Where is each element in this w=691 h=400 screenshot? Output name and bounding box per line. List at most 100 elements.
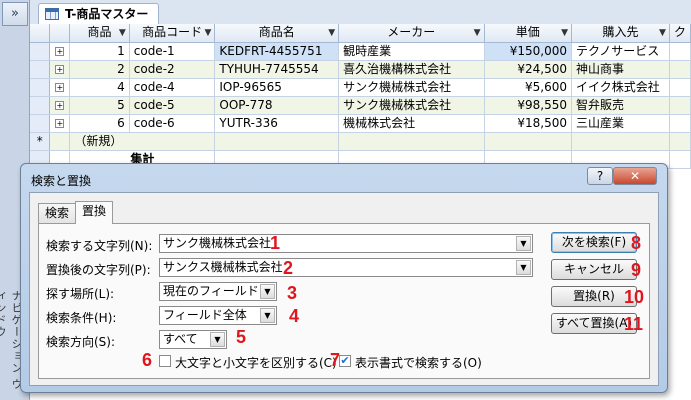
chevron-down-icon[interactable]: ▼ (210, 332, 225, 347)
expand-plus-icon[interactable]: + (55, 82, 65, 92)
cell-id[interactable]: 4 (69, 78, 130, 97)
record-selector[interactable] (30, 114, 51, 133)
cell-id[interactable]: 1 (69, 42, 130, 61)
cell-vendor[interactable]: イイク株式会社 (571, 78, 670, 97)
chevron-down-icon[interactable]: ▼ (516, 236, 531, 251)
cell-id[interactable]: 2 (69, 60, 130, 79)
match-case-label[interactable]: 大文字と小文字を区別する(C) (175, 354, 337, 371)
cell-id[interactable]: 6 (69, 114, 130, 133)
select-all-cell[interactable] (30, 24, 51, 43)
table-row[interactable]: + 6 code-6 YUTR-336 機械株式会社 ¥18,500 三山産業 (30, 114, 691, 133)
column-header-id[interactable]: 商品 ▼ (69, 24, 130, 43)
match-label: 検索条件(H): (46, 311, 117, 325)
cell-name[interactable]: TYHUH-7745554 (214, 60, 340, 79)
column-filter-icon[interactable]: ▼ (119, 25, 126, 41)
new-record-label[interactable]: （新規） (69, 132, 216, 151)
replace-input[interactable]: サンクス機械株式会社 ▼ (159, 258, 533, 277)
chevron-down-icon[interactable]: ▼ (260, 284, 275, 299)
cell-name[interactable] (214, 132, 340, 151)
column-header-price[interactable]: 単価 ▼ (484, 24, 573, 43)
cell-maker[interactable]: サンク機械株式会社 (338, 96, 485, 115)
column-filter-icon[interactable]: ▼ (328, 25, 335, 41)
cell-code[interactable]: code-2 (129, 60, 216, 79)
cell-extra[interactable] (669, 60, 691, 79)
cell-name[interactable]: KEDFRT-4455751 (214, 42, 340, 61)
cell-vendor[interactable] (571, 132, 670, 151)
match-select[interactable]: フィールド全体 ▼ (159, 306, 277, 325)
document-tab[interactable]: T-商品マスター (38, 3, 160, 24)
cell-price[interactable] (484, 132, 573, 151)
cell-extra[interactable] (669, 42, 691, 61)
table-row[interactable]: + 1 code-1 KEDFRT-4455751 観時産業 ¥150,000 … (30, 42, 691, 61)
column-header-code[interactable]: 商品コード ▼ (129, 24, 216, 43)
cell-code[interactable]: code-5 (129, 96, 216, 115)
expand-cell[interactable]: + (49, 114, 71, 133)
cell-price[interactable]: ¥24,500 (484, 60, 573, 79)
search-formatted-label[interactable]: 表示書式で検索する(O) (355, 354, 482, 371)
expand-plus-icon[interactable]: + (55, 100, 65, 110)
nav-pane-toggle-button[interactable]: » (2, 2, 28, 26)
expand-cell[interactable]: + (49, 42, 71, 61)
table-row[interactable]: + 2 code-2 TYHUH-7745554 喜久治機構株式会社 ¥24,5… (30, 60, 691, 79)
table-row[interactable]: + 5 code-5 OOP-778 サンク機械株式会社 ¥98,550 智弁販… (30, 96, 691, 115)
cell-extra[interactable] (669, 114, 691, 133)
column-header-extra[interactable]: ク (669, 24, 691, 43)
cell-vendor[interactable]: 神山商事 (571, 60, 670, 79)
column-filter-icon[interactable]: ▼ (474, 25, 481, 41)
expand-plus-icon[interactable]: + (55, 46, 65, 56)
cell-maker[interactable] (338, 132, 485, 151)
cell-price[interactable]: ¥5,600 (484, 78, 573, 97)
table-row[interactable]: + 4 code-4 IOP-96565 サンク機械株式会社 ¥5,600 イイ… (30, 78, 691, 97)
record-selector[interactable] (30, 60, 51, 79)
column-filter-icon[interactable]: ▼ (659, 25, 666, 41)
cell-vendor[interactable]: 三山産業 (571, 114, 670, 133)
cell-code[interactable]: code-1 (129, 42, 216, 61)
record-selector[interactable] (30, 78, 51, 97)
cell-code[interactable]: code-6 (129, 114, 216, 133)
cell-extra[interactable] (669, 96, 691, 115)
cell-maker[interactable]: 観時産業 (338, 42, 485, 61)
new-record-row[interactable]: * （新規） (30, 132, 691, 151)
tab-find[interactable]: 検索 (38, 203, 77, 223)
column-header-maker[interactable]: メーカー ▼ (338, 24, 485, 43)
cell-id[interactable]: 5 (69, 96, 130, 115)
cell-maker[interactable]: 機械株式会社 (338, 114, 485, 133)
expand-plus-icon[interactable]: + (55, 118, 65, 128)
tab-replace[interactable]: 置換 (75, 201, 114, 224)
column-header-vendor[interactable]: 購入先 ▼ (571, 24, 670, 43)
cell-vendor[interactable]: テクノサービス (571, 42, 670, 61)
expand-plus-icon[interactable]: + (55, 64, 65, 74)
column-header-name[interactable]: 商品名 ▼ (214, 24, 340, 43)
cell-name[interactable]: IOP-96565 (214, 78, 340, 97)
search-direction-select[interactable]: すべて ▼ (159, 330, 227, 349)
expand-cell[interactable]: + (49, 78, 71, 97)
cell-maker[interactable]: サンク機械株式会社 (338, 78, 485, 97)
cancel-button[interactable]: キャンセル (551, 259, 637, 280)
cell-code[interactable]: code-4 (129, 78, 216, 97)
record-selector[interactable] (30, 96, 51, 115)
cell-vendor[interactable]: 智弁販売 (571, 96, 670, 115)
chevron-down-icon[interactable]: ▼ (260, 308, 275, 323)
help-button[interactable]: ? (587, 167, 613, 185)
look-in-select[interactable]: 現在のフィールド ▼ (159, 282, 277, 301)
column-filter-icon[interactable]: ▼ (204, 25, 211, 41)
cell-maker[interactable]: 喜久治機構株式会社 (338, 60, 485, 79)
cell-extra[interactable] (669, 78, 691, 97)
search-formatted-checkbox[interactable]: ✔ (339, 355, 351, 367)
expand-cell[interactable]: + (49, 96, 71, 115)
cell-price[interactable]: ¥18,500 (484, 114, 573, 133)
match-case-checkbox[interactable] (159, 355, 171, 367)
new-record-marker[interactable]: * (30, 132, 51, 151)
column-filter-icon[interactable]: ▼ (561, 25, 568, 41)
record-selector[interactable] (30, 42, 51, 61)
cell-name[interactable]: OOP-778 (214, 96, 340, 115)
cell-price[interactable]: ¥98,550 (484, 96, 573, 115)
find-next-button[interactable]: 次を検索(F) (551, 232, 637, 253)
expand-cell[interactable]: + (49, 60, 71, 79)
close-button[interactable]: ✕ (613, 167, 657, 185)
cell-price[interactable]: ¥150,000 (484, 42, 573, 61)
cell-name[interactable]: YUTR-336 (214, 114, 340, 133)
chevron-down-icon[interactable]: ▼ (516, 260, 531, 275)
find-input[interactable]: サンク機械株式会社 ▼ (159, 234, 533, 253)
cell-extra[interactable] (669, 132, 691, 151)
